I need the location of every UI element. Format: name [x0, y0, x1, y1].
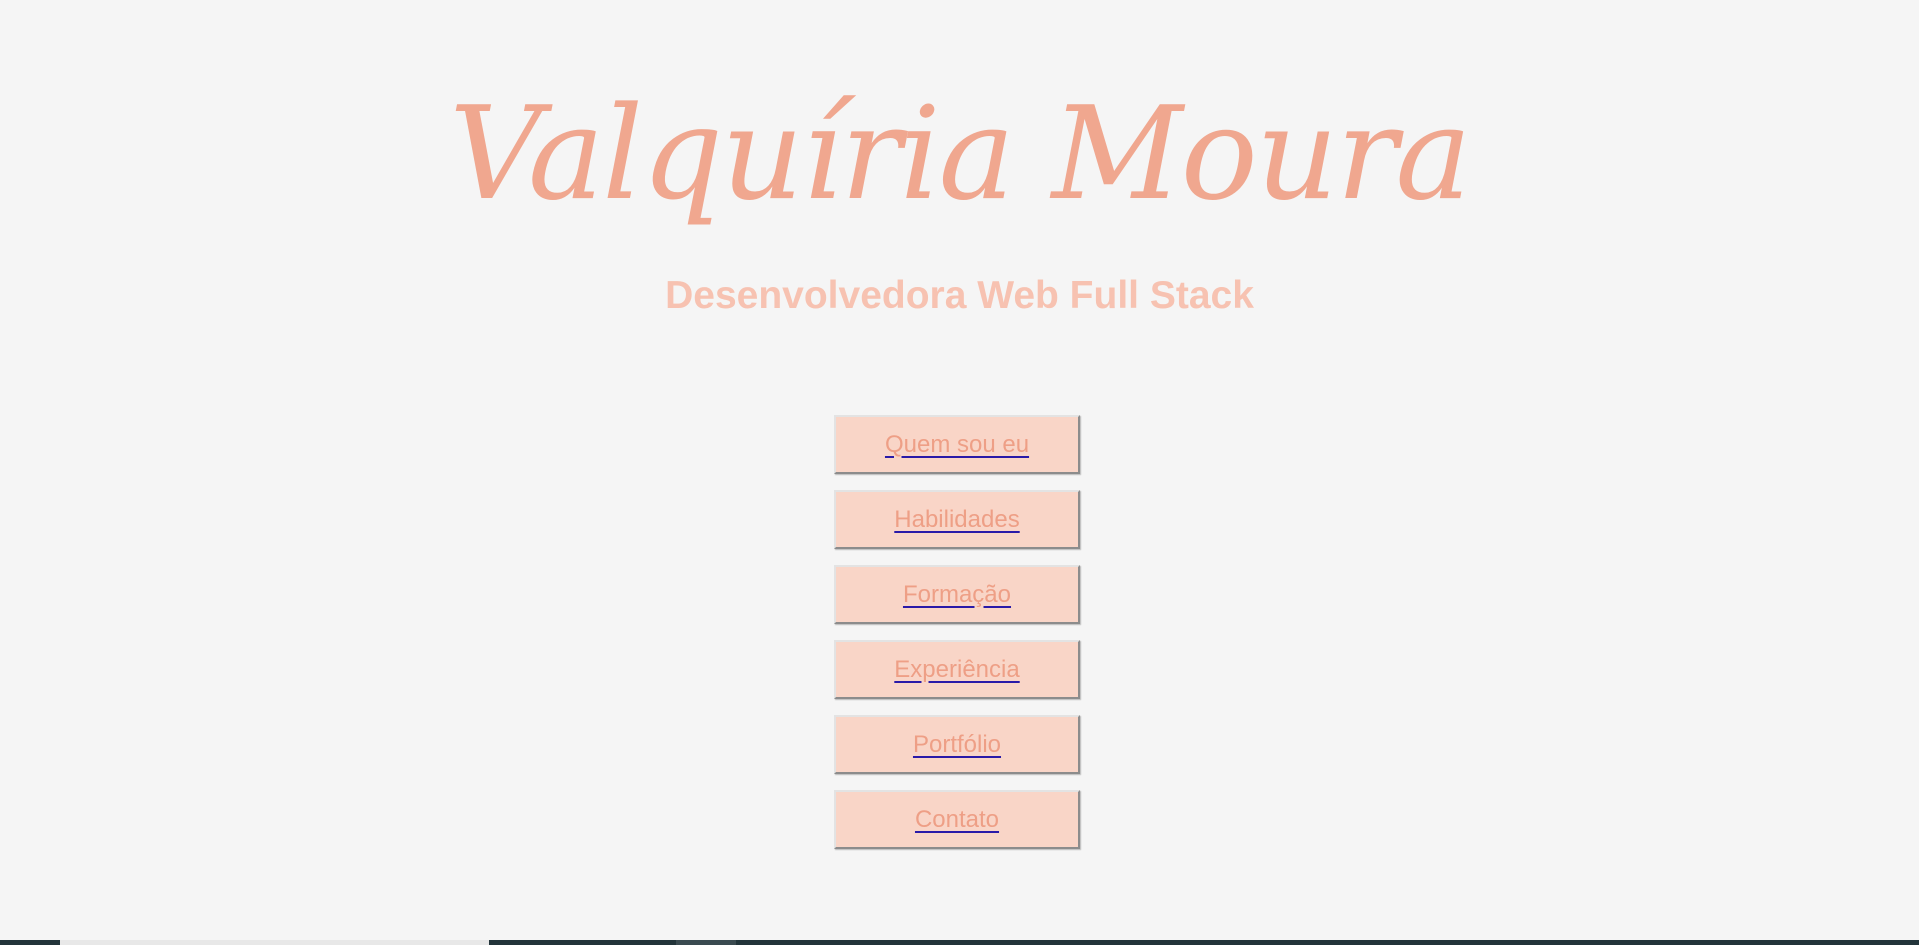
- main-nav: Quem sou eu Habilidades Formação Experiê…: [834, 415, 1084, 865]
- site-subtitle: Desenvolvedora Web Full Stack: [665, 274, 1254, 317]
- taskbar-active-item[interactable]: [60, 940, 489, 945]
- taskbar-strip: [0, 940, 1919, 945]
- taskbar-item[interactable]: [676, 940, 736, 945]
- page: Valquíria Moura Desenvolvedora Web Full …: [0, 0, 1919, 945]
- nav-link-quem-sou-eu[interactable]: Quem sou eu: [834, 415, 1080, 474]
- nav-link-experiencia[interactable]: Experiência: [834, 640, 1080, 699]
- site-title: Valquíria Moura: [449, 80, 1471, 229]
- nav-link-portfolio[interactable]: Portfólio: [834, 715, 1080, 774]
- nav-link-habilidades[interactable]: Habilidades: [834, 490, 1080, 549]
- nav-link-formacao[interactable]: Formação: [834, 565, 1080, 624]
- nav-link-contato[interactable]: Contato: [834, 790, 1080, 849]
